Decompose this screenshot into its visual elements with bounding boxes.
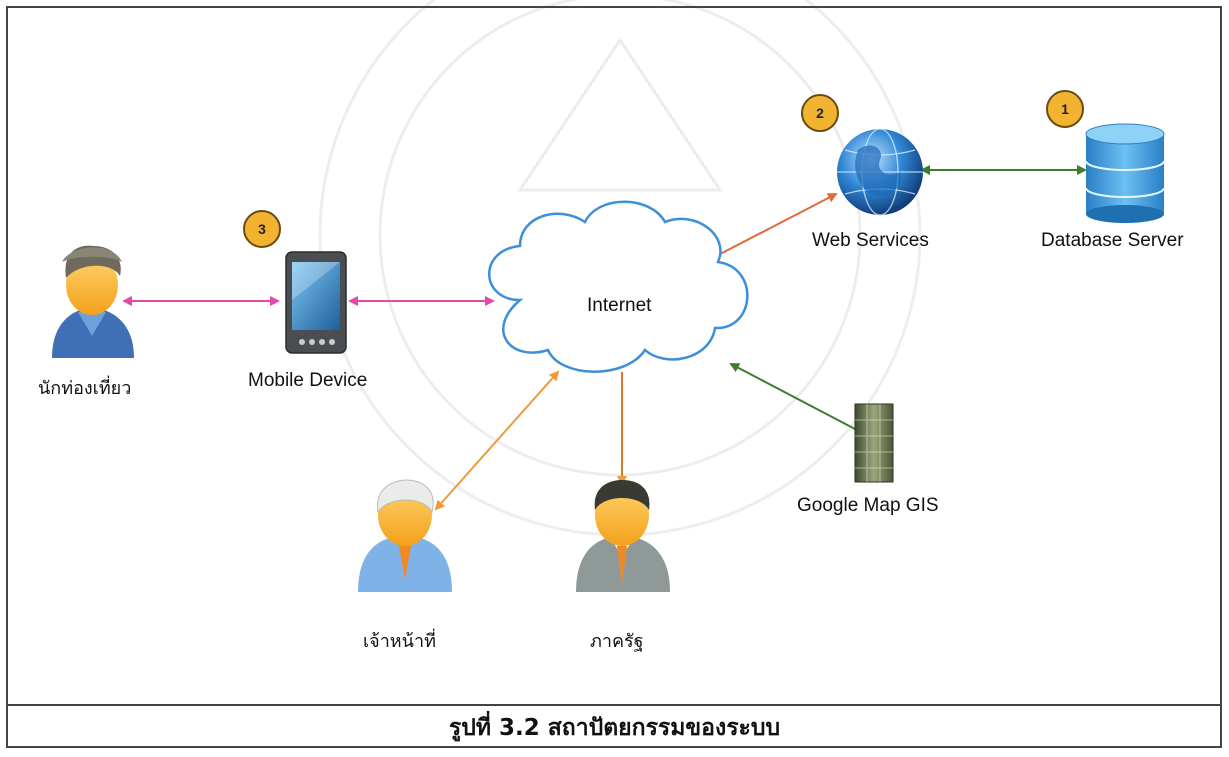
- figure-caption: รูปที่ 3.2 สถาปัตยกรรมของระบบ: [448, 715, 781, 741]
- badge-mobile-device: 3: [243, 210, 281, 248]
- government-label: ภาครัฐ: [590, 631, 644, 652]
- badge-database-server: 1: [1046, 90, 1084, 128]
- database-server-label: Database Server: [1041, 230, 1184, 251]
- link-googlemap-internet: [729, 363, 856, 430]
- officer-label: เจ้าหน้าที่: [363, 631, 436, 652]
- web-services-globe-icon: [837, 128, 923, 216]
- internet-cloud-icon: [488, 200, 749, 373]
- database-server-icon: [1085, 123, 1165, 223]
- tourist-label: นักท่องเที่ยว: [38, 378, 132, 399]
- diagram-stage: 1 2 3 Database Server Web Services Inter…: [0, 0, 1229, 757]
- mobile-device-icon: [285, 251, 347, 354]
- web-services-label: Web Services: [812, 230, 929, 251]
- badge-web-services: 2: [801, 94, 839, 132]
- internet-label: Internet: [587, 295, 652, 316]
- google-map-building-icon: [854, 403, 894, 483]
- mobile-device-label: Mobile Device: [248, 370, 368, 391]
- tourist-person-icon: [52, 245, 134, 358]
- google-map-label: Google Map GIS: [797, 495, 939, 516]
- link-internet-officer: [434, 370, 560, 511]
- government-person-icon: [576, 480, 670, 592]
- officer-person-icon: [358, 479, 452, 592]
